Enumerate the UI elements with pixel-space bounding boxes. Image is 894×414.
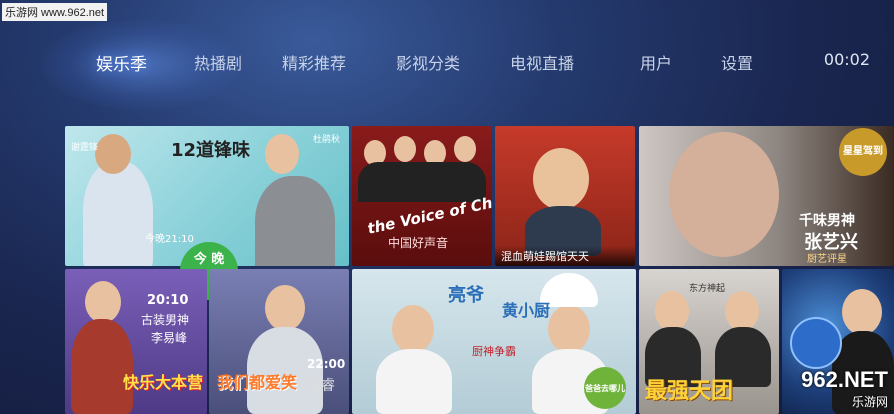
host-name: 张睿: [307, 378, 335, 394]
airtime: 22:00: [307, 357, 346, 371]
watermark-main: 962.NET: [801, 367, 888, 392]
coach-face-4: [454, 136, 476, 162]
tile-show-mixed-kid[interactable]: 混血萌娃踢馆天天: [495, 126, 635, 266]
chef-body-left: [376, 349, 452, 414]
star-arrival-tag-text: 星星驾到: [843, 146, 883, 157]
dad-show-tag-text: 爸爸去哪儿: [585, 383, 625, 393]
airtime: 今晚21:10: [145, 234, 194, 245]
tab-settings[interactable]: 设置: [721, 50, 753, 74]
tab-recommendations[interactable]: 精彩推荐: [282, 50, 346, 74]
tile-caption: 混血萌娃踢馆天天: [495, 246, 635, 266]
site-watermark-bottom: 962.NET 乐游网: [801, 367, 888, 410]
guest-name: 李易峰: [151, 331, 188, 345]
host-figure-right: [255, 176, 335, 266]
show-logo: 快乐大本营: [123, 373, 204, 392]
badge-line-1: 今 晚: [193, 252, 225, 267]
member-face-1: [655, 291, 689, 331]
show-logo: 最强天团: [645, 379, 734, 404]
host-face-left: [95, 134, 131, 174]
tab-live-tv[interactable]: 电视直播: [510, 50, 574, 74]
host-name-left: 谢霆锋: [71, 143, 99, 153]
airtime: 20:10: [147, 293, 189, 308]
guest-face: [85, 281, 121, 323]
guest-tagline: 古装男神: [141, 313, 190, 327]
dad-show-tag: 爸爸去哪儿: [584, 367, 626, 409]
tab-user[interactable]: 用户: [640, 50, 672, 74]
chef-face-right: [548, 305, 590, 353]
stage-emblem: [790, 317, 842, 369]
show-logo: 我们都爱笑: [217, 373, 298, 392]
watermark-sub: 乐游网: [851, 395, 888, 409]
coach-group: [358, 162, 486, 202]
group-label: 东方神起: [689, 284, 726, 294]
tile-show-happy-camp[interactable]: 20:10 古装男神 李易峰 快乐大本营: [65, 269, 207, 414]
tab-entertainment-season[interactable]: 娱乐季: [96, 50, 147, 75]
battle-subtitle: 厨神争霸: [472, 345, 516, 358]
tile-show-zhang-yixing[interactable]: 星星驾到 千味男神 张艺兴 厨艺评星: [639, 126, 894, 266]
voice-subtitle: 中国好声音: [388, 236, 449, 250]
right-chef-title: 黄小厨: [502, 301, 551, 320]
kid-face: [533, 148, 589, 210]
tagline: 千味男神: [799, 213, 855, 229]
coach-face-2: [394, 136, 416, 162]
host-face: [265, 285, 305, 331]
tile-show-we-love-laughing[interactable]: 22:00 我们都爱笑 张睿: [209, 269, 349, 414]
tile-show-voice-of-china[interactable]: the Voice of China 中国好声音: [352, 126, 492, 266]
tab-hot-dramas[interactable]: 热播剧: [194, 50, 242, 74]
host-name-right: 杜鹃秋: [313, 135, 341, 145]
star-arrival-tag: 星星驾到: [839, 128, 887, 176]
tile-show-strongest-group[interactable]: 东方神起 最强天团: [639, 269, 779, 414]
left-chef-title: 亮爷: [448, 285, 484, 306]
member-face-2: [725, 291, 759, 331]
tile-show-chef-battle[interactable]: 亮爷 黄小厨 厨神争霸 爸爸去哪儿: [352, 269, 636, 414]
top-navigation: 娱乐季 热播剧 精彩推荐 影视分类 电视直播 用户 设置 00:02: [0, 50, 894, 75]
host-figure-left: [83, 161, 153, 266]
clock: 00:02: [823, 50, 870, 69]
show-logo: 12道锋味: [171, 140, 251, 161]
star-face: [669, 132, 779, 257]
guest-costume: [71, 319, 133, 414]
host-face: [842, 289, 882, 335]
star-subtitle: 厨艺评星: [807, 254, 847, 265]
site-watermark: 乐游网 www.962.net: [2, 3, 108, 21]
chef-face-left: [392, 305, 434, 353]
tab-video-categories[interactable]: 影视分类: [396, 50, 460, 74]
host-face-right: [265, 134, 299, 174]
